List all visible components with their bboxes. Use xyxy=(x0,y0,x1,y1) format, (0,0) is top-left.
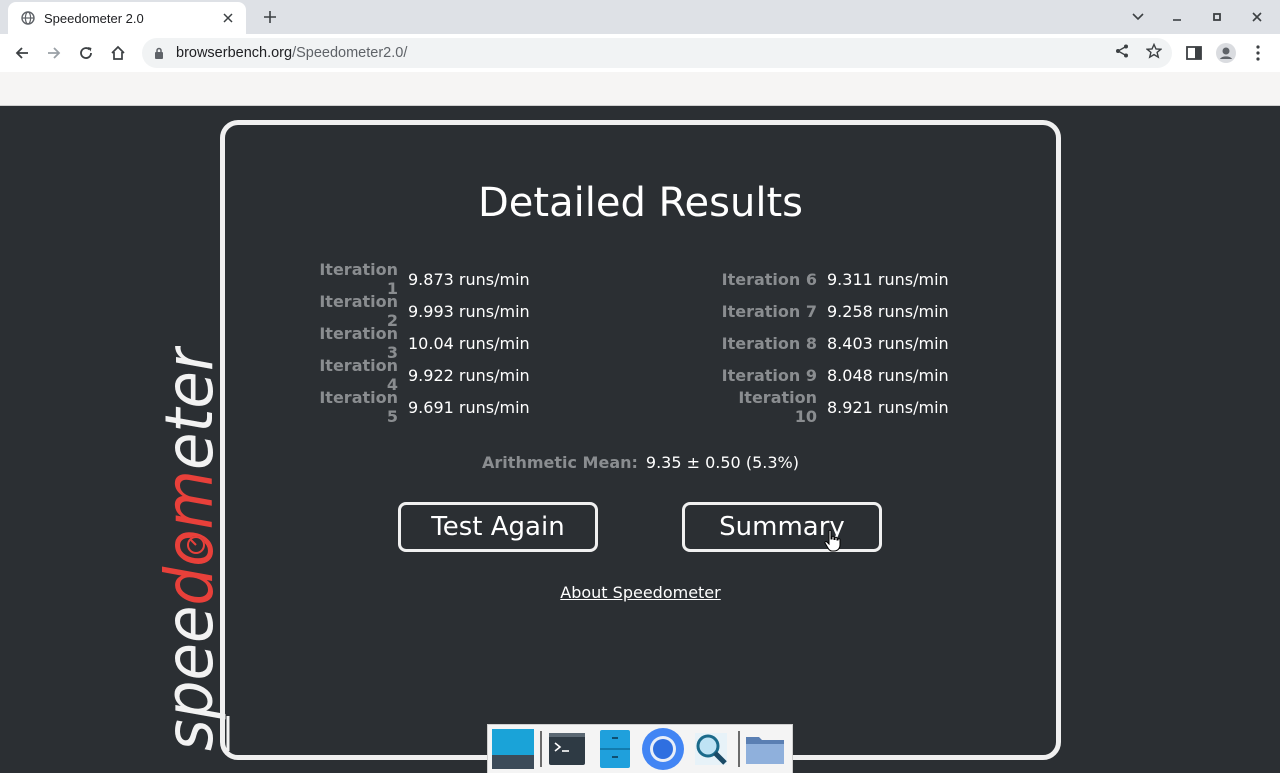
iteration-row: Iteration 1 9.873 runs/min xyxy=(318,260,530,298)
gauge-icon xyxy=(187,536,205,554)
magnifier-search-icon[interactable] xyxy=(688,726,734,772)
terminal-icon[interactable] xyxy=(544,726,590,772)
iterations-right-column: Iteration 6 9.311 runs/min Iteration 7 9.2… xyxy=(718,263,949,427)
taskbar-dock xyxy=(487,724,793,773)
dock-separator xyxy=(738,731,740,767)
logo-suffix: eter xyxy=(151,346,228,470)
iteration-value: 9.311 runs/min xyxy=(827,269,949,289)
arithmetic-mean: Arithmetic Mean: 9.35 ± 0.50 (5.3%) xyxy=(225,453,1056,472)
iteration-value: 8.048 runs/min xyxy=(827,365,949,385)
iteration-row: Iteration 10 8.921 runs/min xyxy=(718,388,949,426)
tab-strip: Speedometer 2.0 xyxy=(0,0,1280,34)
tab-title: Speedometer 2.0 xyxy=(44,10,144,26)
iteration-label: Iteration 5 xyxy=(319,388,398,426)
folder-icon[interactable] xyxy=(742,726,788,772)
results-panel: Detailed Results Iteration 1 9.873 runs/m… xyxy=(220,120,1061,760)
iteration-label: Iteration 10 xyxy=(738,388,817,426)
iteration-value: 9.691 runs/min xyxy=(408,397,530,417)
globe-icon xyxy=(20,10,36,26)
back-icon[interactable] xyxy=(8,39,36,67)
speedometer-logo: speedometer xyxy=(150,342,230,751)
new-tab-button[interactable] xyxy=(256,5,284,29)
iteration-value: 9.258 runs/min xyxy=(827,301,949,321)
iterations-left-column: Iteration 1 9.873 runs/min Iteration 2 9.9… xyxy=(318,260,530,426)
browser-toolbar: browserbench.org/Speedometer2.0/ xyxy=(0,34,1280,72)
tab-speedometer[interactable]: Speedometer 2.0 xyxy=(8,2,246,34)
tab-search-icon[interactable] xyxy=(1125,6,1151,28)
side-panel-icon[interactable] xyxy=(1183,42,1205,64)
logo-prefix: spee xyxy=(151,605,228,751)
info-bar xyxy=(0,72,1280,106)
home-icon[interactable] xyxy=(104,39,132,67)
close-tab-icon[interactable] xyxy=(218,8,238,28)
forward-icon[interactable] xyxy=(40,39,68,67)
iteration-label: Iteration 7 xyxy=(721,301,817,321)
profile-avatar-icon[interactable] xyxy=(1215,42,1237,64)
hand-cursor-icon xyxy=(823,529,843,553)
iteration-label: Iteration 8 xyxy=(721,333,817,353)
iteration-row: Iteration 4 9.922 runs/min xyxy=(318,356,530,394)
maximize-icon[interactable] xyxy=(1204,6,1230,28)
iteration-value: 9.993 runs/min xyxy=(408,301,530,321)
test-again-button[interactable]: Test Again xyxy=(398,502,598,552)
iteration-value: 10.04 runs/min xyxy=(408,333,530,353)
iteration-row: Iteration 7 9.258 runs/min xyxy=(718,295,949,327)
file-cabinet-icon[interactable] xyxy=(592,726,638,772)
iteration-label: Iteration 6 xyxy=(721,269,817,289)
logo-highlight: dom xyxy=(151,470,228,605)
chromium-browser-icon[interactable] xyxy=(640,726,686,772)
minimize-icon[interactable] xyxy=(1164,6,1190,28)
page-content: speedometer Detailed Results Iteration 1… xyxy=(0,106,1280,773)
lock-icon[interactable] xyxy=(152,46,166,60)
iteration-row: Iteration 3 10.04 runs/min xyxy=(318,324,530,362)
iteration-value: 8.921 runs/min xyxy=(827,397,949,417)
mean-value: 9.35 ± 0.50 (5.3%) xyxy=(645,453,799,472)
share-icon[interactable] xyxy=(1112,41,1132,61)
iteration-row: Iteration 6 9.311 runs/min xyxy=(718,263,949,295)
iteration-row: Iteration 8 8.403 runs/min xyxy=(718,327,949,359)
iteration-label: Iteration 9 xyxy=(721,365,817,385)
iteration-value: 9.922 runs/min xyxy=(408,365,530,385)
close-window-icon[interactable] xyxy=(1244,6,1270,28)
iteration-row: Iteration 9 8.048 runs/min xyxy=(718,359,949,391)
iteration-row: Iteration 2 9.993 runs/min xyxy=(318,292,530,330)
reload-icon[interactable] xyxy=(72,39,100,67)
page-title: Detailed Results xyxy=(478,180,803,226)
address-bar[interactable]: browserbench.org/Speedometer2.0/ xyxy=(142,38,1172,68)
summary-button[interactable]: Summary xyxy=(682,502,882,552)
bookmark-star-icon[interactable] xyxy=(1144,41,1164,61)
iteration-row: Iteration 5 9.691 runs/min xyxy=(318,388,530,426)
more-menu-icon[interactable] xyxy=(1247,42,1269,64)
dock-separator xyxy=(540,731,542,767)
mean-label: Arithmetic Mean: xyxy=(482,453,638,472)
url-text: browserbench.org/Speedometer2.0/ xyxy=(176,45,408,61)
iteration-value: 9.873 runs/min xyxy=(408,269,530,289)
show-desktop-icon[interactable] xyxy=(490,726,536,772)
iteration-value: 8.403 runs/min xyxy=(827,333,949,353)
about-speedometer-link[interactable]: About Speedometer xyxy=(225,583,1056,602)
